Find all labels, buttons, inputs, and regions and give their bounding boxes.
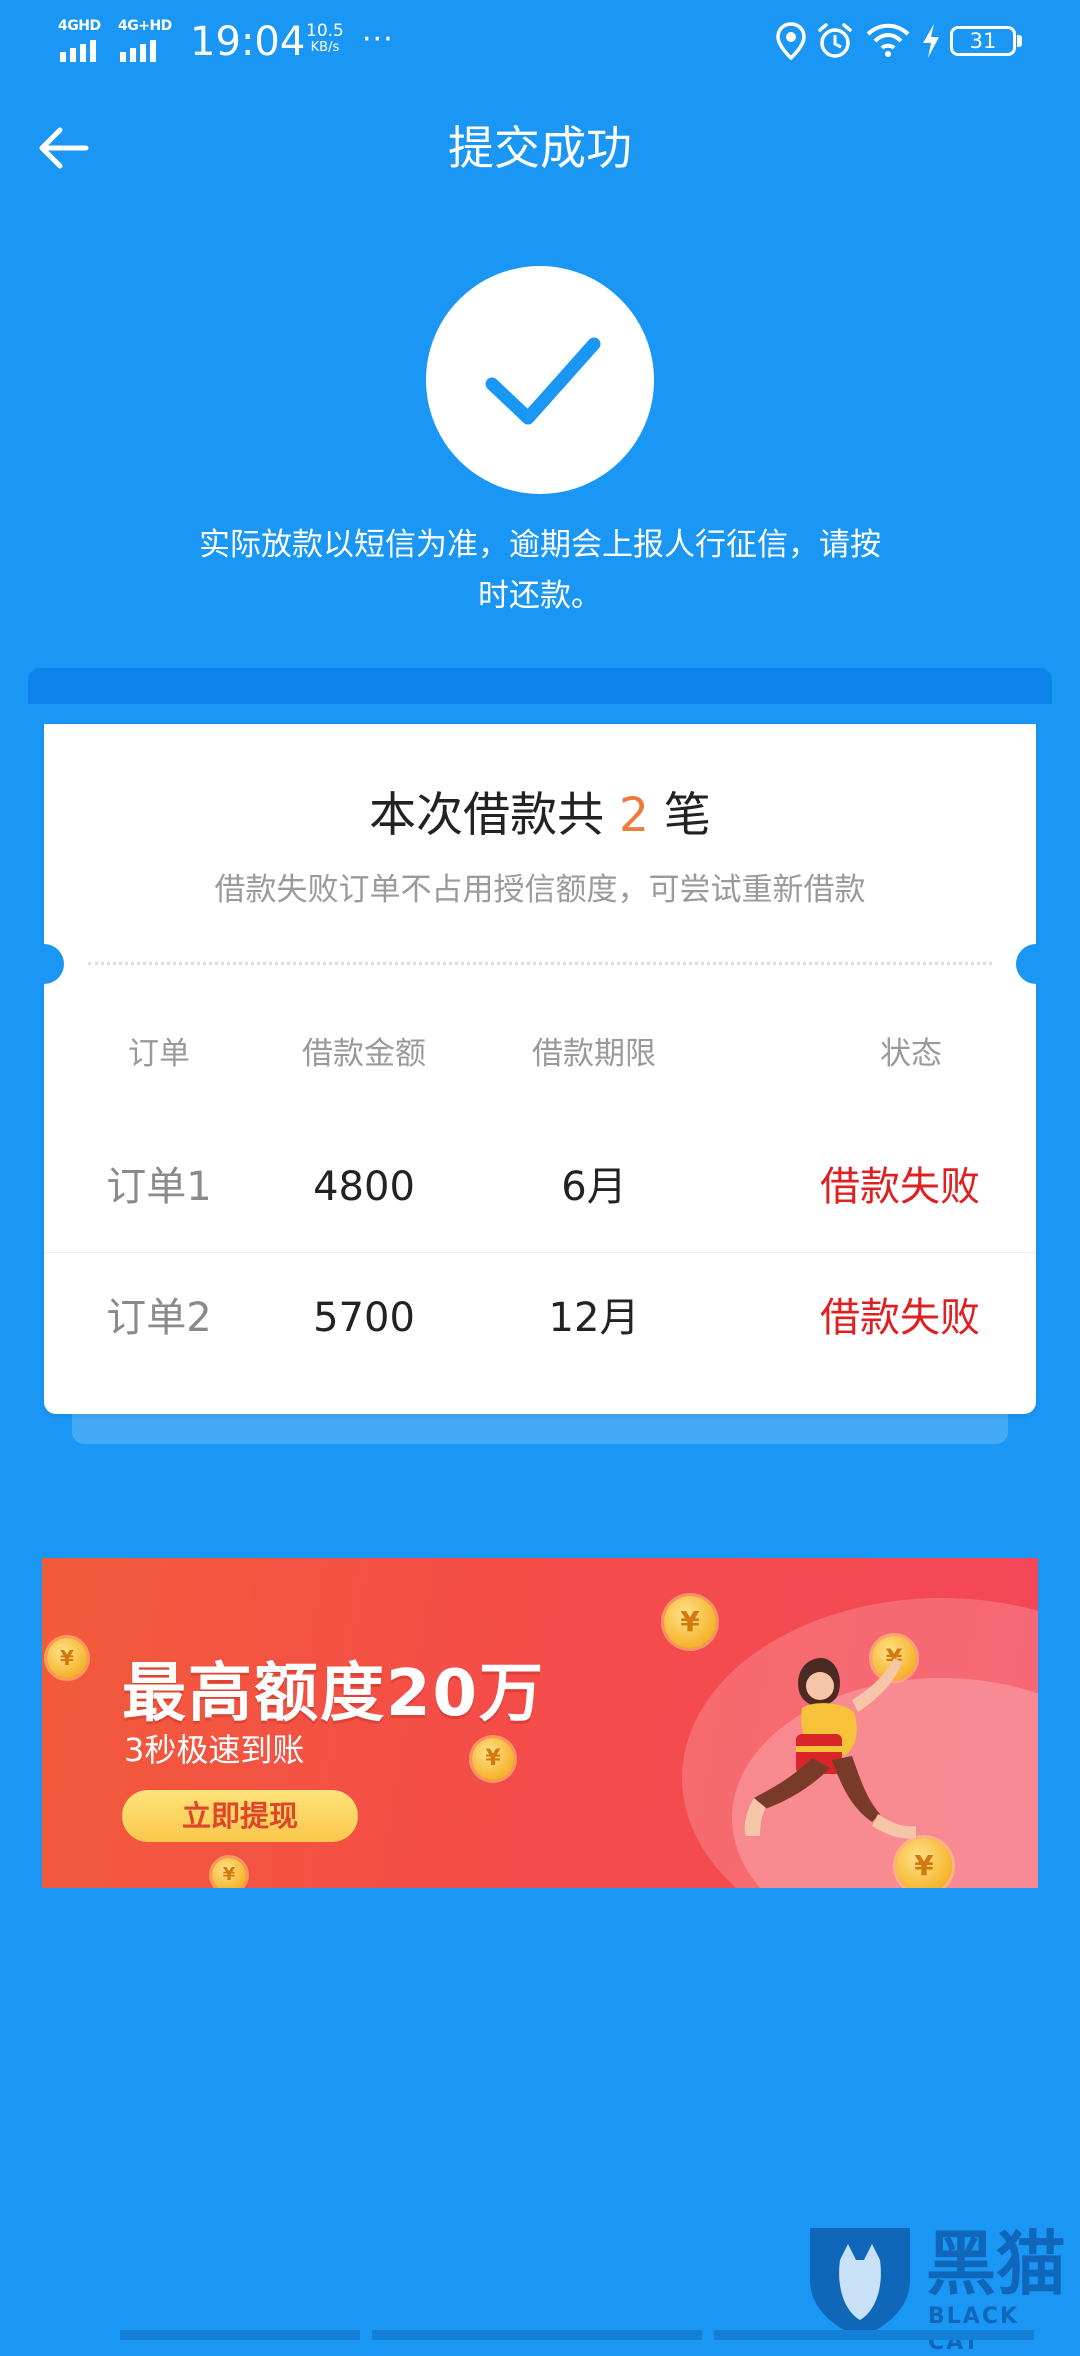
network-speed-unit: KB/s bbox=[310, 40, 340, 55]
watermark: 黑猫 BLACK CAT bbox=[800, 2220, 1080, 2355]
checkmark-icon bbox=[485, 337, 601, 425]
receipt-slot-inner bbox=[28, 704, 1052, 724]
wifi-icon bbox=[866, 23, 910, 57]
charging-icon bbox=[923, 24, 939, 58]
bottom-strip bbox=[372, 2330, 702, 2340]
coin-icon bbox=[212, 1858, 246, 1888]
order-label: 订单1 bbox=[106, 1164, 212, 1210]
bottom-strip bbox=[714, 2330, 1034, 2340]
success-badge bbox=[426, 266, 654, 494]
loan-status: 借款失败 bbox=[820, 1295, 980, 1341]
battery-level: 31 bbox=[969, 29, 997, 53]
watermark-text: 黑猫 bbox=[926, 2223, 1066, 2305]
card-title: 本次借款共 2 笔 bbox=[44, 784, 1036, 848]
network-type-2: 4G+HD bbox=[118, 18, 172, 34]
signal-1-icon: 4GHD bbox=[58, 18, 114, 62]
notch-left bbox=[24, 944, 64, 984]
header-amount: 借款金额 bbox=[302, 1036, 426, 1072]
loan-summary-card: 本次借款共 2 笔 借款失败订单不占用授信额度，可尝试重新借款 订单 借款金额 … bbox=[24, 724, 1056, 1414]
header-status: 状态 bbox=[880, 1036, 942, 1072]
promo-banner[interactable]: 最高额度20万 3秒极速到账 立即提现 bbox=[42, 1558, 1038, 1888]
notice-line-1: 实际放款以短信为准，逾期会上报人行征信，请按 bbox=[199, 527, 881, 563]
withdraw-now-button[interactable]: 立即提现 bbox=[122, 1790, 358, 1842]
header-order: 订单 bbox=[128, 1036, 190, 1072]
notice-line-2: 时还款。 bbox=[478, 578, 602, 614]
table-row: 订单2 5700 12月 借款失败 bbox=[44, 1253, 1036, 1383]
card-title-suffix: 笔 bbox=[663, 788, 711, 843]
network-speed: 10.5 KB/s bbox=[306, 22, 344, 56]
banner-subline: 3秒极速到账 bbox=[124, 1731, 305, 1769]
coin-icon bbox=[472, 1738, 514, 1780]
divider-dashed bbox=[88, 962, 992, 965]
page-title: 提交成功 bbox=[448, 121, 632, 175]
woman-with-gift-illustration bbox=[744, 1658, 916, 1839]
alarm-icon bbox=[818, 23, 852, 58]
notch-right bbox=[1016, 944, 1056, 984]
loan-status: 借款失败 bbox=[820, 1164, 980, 1210]
loan-count: 2 bbox=[619, 788, 649, 843]
header-term: 借款期限 bbox=[532, 1036, 656, 1072]
notice-text: 实际放款以短信为准，逾期会上报人行征信，请按 时还款。 bbox=[160, 520, 920, 622]
location-icon bbox=[776, 22, 806, 60]
bottom-strip bbox=[120, 2330, 360, 2340]
loan-amount: 4800 bbox=[313, 1164, 415, 1210]
battery-icon: 31 bbox=[950, 26, 1022, 56]
card-title-prefix: 本次借款共 bbox=[369, 788, 605, 843]
network-speed-value: 10.5 bbox=[306, 21, 344, 41]
status-time: 19:04 bbox=[190, 19, 306, 65]
more-notifications: ··· bbox=[362, 22, 394, 57]
loan-term: 12月 bbox=[548, 1295, 640, 1341]
table-row: 订单1 4800 6月 借款失败 bbox=[44, 1122, 1036, 1253]
signal-2-icon: 4G+HD bbox=[118, 18, 174, 62]
loan-term: 6月 bbox=[561, 1164, 627, 1210]
card-subtitle: 借款失败订单不占用授信额度，可尝试重新借款 bbox=[214, 872, 866, 908]
black-cat-shield-icon bbox=[810, 2228, 910, 2338]
coin-icon bbox=[47, 1638, 87, 1678]
banner-headline: 最高额度20万 bbox=[122, 1657, 546, 1731]
network-type-1: 4GHD bbox=[58, 18, 101, 34]
loan-amount: 5700 bbox=[313, 1295, 415, 1341]
order-label: 订单2 bbox=[106, 1295, 212, 1341]
status-bar: 4GHD 4G+HD 19:04 10.5 KB/s ··· 31 bbox=[0, 0, 1080, 84]
